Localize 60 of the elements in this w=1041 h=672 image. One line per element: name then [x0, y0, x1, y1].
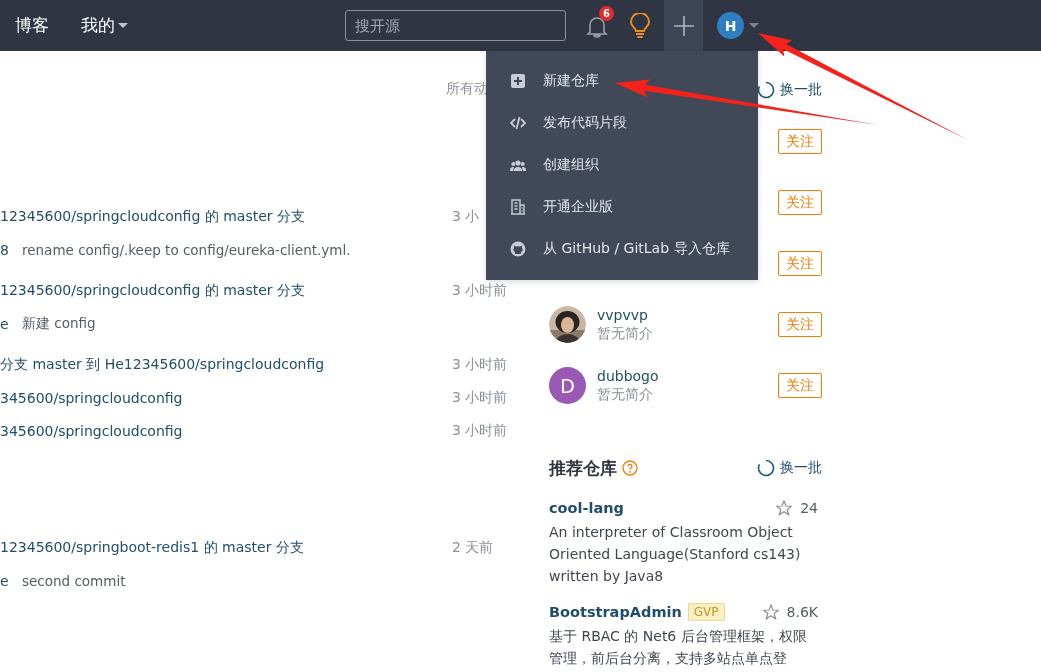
building-icon: [510, 199, 526, 215]
commit-message: second commit: [22, 572, 126, 589]
star-count: 8.6K: [786, 604, 818, 620]
refresh-link[interactable]: 换一批: [757, 459, 822, 477]
lightbulb-icon: [629, 12, 651, 39]
event-title[interactable]: 345600/springcloudconfig: [0, 389, 452, 406]
refresh-icon: [757, 459, 775, 477]
nav-link[interactable]: 博客: [15, 14, 49, 37]
refresh-link[interactable]: 换一批: [757, 81, 822, 99]
help-icon[interactable]: [622, 460, 638, 476]
commit-message: 新建 config: [22, 314, 96, 333]
section-title: 推荐仓库: [549, 456, 617, 480]
search-field[interactable]: 搜开源: [345, 10, 566, 41]
user-name[interactable]: dubbogo: [597, 367, 659, 384]
commit-hash[interactable]: 8: [0, 241, 22, 258]
star-count: 24: [800, 500, 818, 516]
menu-item[interactable]: 新建仓库: [486, 60, 758, 102]
people-icon: [510, 157, 526, 173]
menu-item[interactable]: 开通企业版: [486, 186, 758, 228]
repo-badge: GVP: [687, 603, 725, 621]
event-title[interactable]: 分支 master 到 He12345600/springcloudconfig: [0, 355, 452, 374]
create-button[interactable]: [664, 0, 703, 51]
menu-item[interactable]: 发布代码片段: [486, 102, 758, 144]
commit-hash[interactable]: e: [0, 315, 22, 332]
event-time: 3 小时前: [452, 388, 509, 407]
user-bio: 暂无简介: [597, 324, 653, 343]
event-title[interactable]: 12345600/springcloudconfig 的 master 分支: [0, 281, 452, 300]
event-time: 3 小时前: [452, 281, 509, 300]
commit-message: rename config/.keep to config/eureka-client.yml.: [22, 241, 351, 258]
star-icon[interactable]: [762, 604, 779, 620]
notification-badge: 6: [599, 6, 614, 21]
user-avatar[interactable]: H: [717, 12, 744, 39]
menu-item[interactable]: 创建组织: [486, 144, 758, 186]
event-title[interactable]: 12345600/springboot-redis1 的 master 分支: [0, 538, 452, 557]
user-bio: 暂无简介: [597, 385, 654, 404]
caret-icon: [749, 23, 759, 28]
event-time: 3 小时前: [452, 355, 509, 374]
repo-description: Oriented Language(Stanford cs143): [549, 545, 802, 564]
menu-item[interactable]: 从 GitHub / GitLab 导入仓库: [486, 228, 758, 270]
star-icon[interactable]: [776, 500, 793, 516]
repo-name[interactable]: cool-lang: [549, 500, 624, 516]
commit-hash[interactable]: e: [0, 572, 22, 589]
event-time: 3 小时前: [452, 421, 509, 440]
nav-link[interactable]: 我的: [81, 14, 128, 37]
event-time: 2 天前: [452, 538, 495, 557]
repo-description: 管理，前后台分离，支持多站点单点登: [549, 649, 788, 668]
repo-description: written by Java8: [549, 567, 665, 586]
event-time: 3 小: [452, 207, 481, 226]
plus-square-icon: [510, 73, 526, 89]
user-name[interactable]: vvpvvp: [597, 306, 653, 323]
cat-logo-icon: [510, 241, 526, 257]
user-avatar[interactable]: D: [549, 367, 586, 404]
event-title[interactable]: 12345600/springcloudconfig 的 master 分支: [0, 207, 452, 226]
plus-icon: [673, 15, 694, 36]
repo-description: 基于 RBAC 的 Net6 后台管理框架，权限: [549, 627, 808, 646]
repo-name[interactable]: BootstrapAdmin: [549, 604, 682, 620]
event-title[interactable]: 345600/springcloudconfig: [0, 422, 452, 439]
refresh-icon: [757, 81, 775, 99]
repo-description: An interpreter of Classroom Object: [549, 523, 794, 542]
code-icon: [510, 115, 526, 131]
